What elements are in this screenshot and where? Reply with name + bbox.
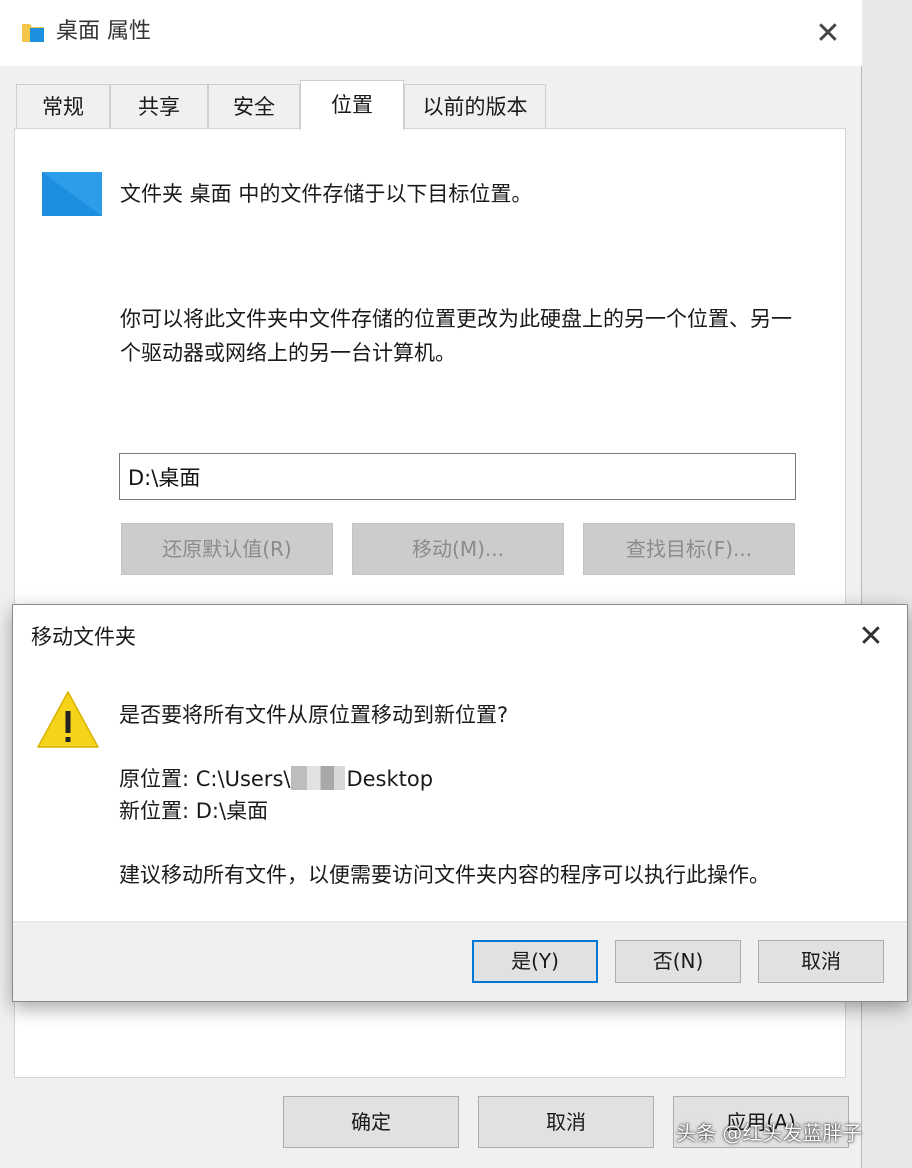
dialog-title: 移动文件夹: [31, 625, 136, 649]
find-target-button[interactable]: 查找目标(F)...: [583, 523, 795, 575]
tab-general[interactable]: 常规: [16, 84, 110, 128]
close-icon[interactable]: ✕: [808, 14, 848, 54]
original-location-label: 原位置:: [119, 767, 190, 791]
new-location-label: 新位置:: [119, 799, 190, 823]
close-icon[interactable]: ✕: [853, 619, 889, 655]
location-heading: 文件夹 桌面 中的文件存储于以下目标位置。: [120, 182, 533, 206]
dialog-advice: 建议移动所有文件，以便需要访问文件夹内容的程序可以执行此操作。: [119, 863, 770, 887]
new-location-row: 新位置: D:\桌面: [119, 795, 268, 827]
original-location-row: 原位置: C:\Users\ Desktop: [119, 763, 433, 795]
location-description: 你可以将此文件夹中文件存储的位置更改为此硬盘上的另一个位置、另一个驱动器或网络上…: [120, 307, 792, 365]
restore-default-button[interactable]: 还原默认值(R): [121, 523, 333, 575]
properties-titlebar: 桌面 属性 ✕: [0, 0, 862, 66]
tab-previous-versions[interactable]: 以前的版本: [404, 84, 546, 128]
tab-security[interactable]: 安全: [208, 84, 300, 128]
original-path-suffix: Desktop: [346, 767, 434, 791]
folder-icon: [20, 19, 46, 45]
move-button[interactable]: 移动(M)...: [352, 523, 564, 575]
dialog-cancel-button[interactable]: 取消: [758, 940, 884, 983]
ok-button[interactable]: 确定: [283, 1096, 459, 1148]
window-title: 桌面 属性: [56, 19, 151, 44]
watermark: 头条 @红头发蓝胖子: [676, 1121, 863, 1145]
redacted-username: [291, 766, 346, 790]
new-location-path: D:\桌面: [195, 799, 269, 823]
original-path-prefix: C:\Users\: [195, 767, 291, 791]
cancel-button[interactable]: 取消: [478, 1096, 654, 1148]
dialog-question: 是否要将所有文件从原位置移动到新位置?: [119, 703, 509, 727]
move-folder-dialog: 移动文件夹 ✕ 是否要将所有文件从原位置移动到新位置? 原位置: C:\User…: [12, 604, 908, 1002]
warning-icon: [35, 689, 101, 751]
location-path-input[interactable]: [119, 453, 796, 500]
no-button[interactable]: 否(N): [615, 940, 741, 983]
tab-sharing[interactable]: 共享: [110, 84, 208, 128]
yes-button[interactable]: 是(Y): [472, 940, 598, 983]
folder-icon: [42, 172, 102, 216]
tab-location[interactable]: 位置: [300, 80, 404, 130]
